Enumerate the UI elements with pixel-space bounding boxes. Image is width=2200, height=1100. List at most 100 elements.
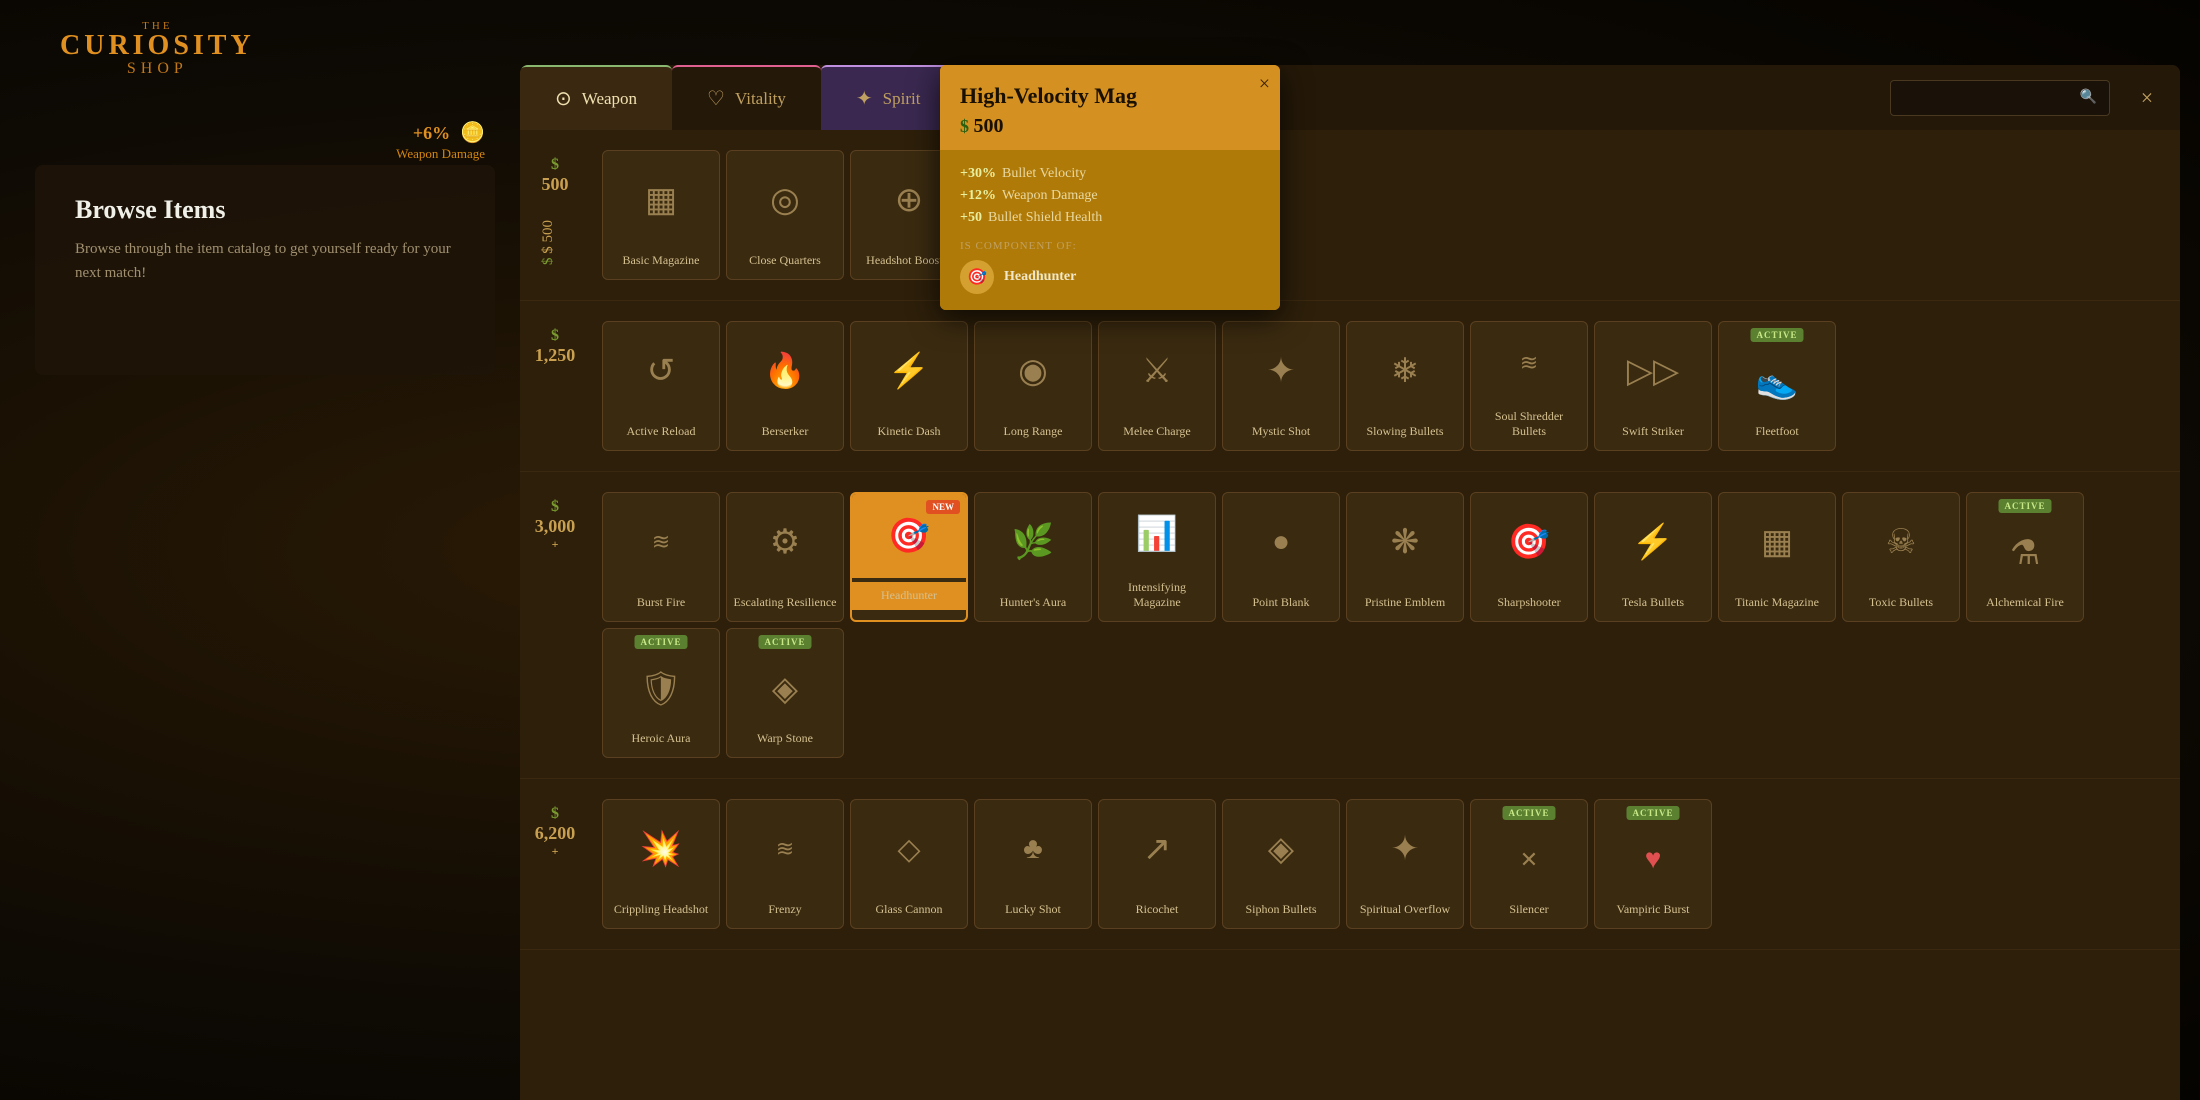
item-escalating-resilience[interactable]: ⚙ Escalating Resilience (726, 492, 844, 622)
soul-shredder-icon: ≋ (1520, 322, 1538, 405)
fleetfoot-name: Fleetfoot (1749, 424, 1804, 440)
shop-panel: ⊙ Weapon ♡ Vitality ✦ Spirit 🔍 × $ 500 (520, 65, 2180, 1100)
berserker-icon: 🔥 (764, 322, 806, 420)
tier-label-3000: $ 3,000 + (520, 484, 590, 552)
silencer-icon: ✕ (1520, 822, 1538, 898)
tooltip-close-button[interactable]: × (1259, 73, 1270, 96)
stat1-plus: +30% (960, 166, 996, 182)
headhunter-name: Headhunter (852, 582, 966, 610)
item-swift-striker[interactable]: ▷▷ Swift Striker (1594, 321, 1712, 451)
item-crippling-headshot[interactable]: 💥 Crippling Headshot (602, 799, 720, 929)
item-slowing-bullets[interactable]: ❄ Slowing Bullets (1346, 321, 1464, 451)
tier-grid-3000: ≋ Burst Fire ⚙ Escalating Resilience NEW… (590, 484, 2180, 766)
item-mystic-shot[interactable]: ✦ Mystic Shot (1222, 321, 1340, 451)
toxic-bullets-name: Toxic Bullets (1863, 595, 1939, 611)
tier-grid-6200: 💥 Crippling Headshot ≋ Frenzy ◇ Glass Ca… (590, 791, 2180, 937)
item-heroic-aura[interactable]: ACTIVE 🛡 Heroic Aura (602, 628, 720, 758)
items-area[interactable]: $ 500 ▦ Basic Magazine ◎ Close Quarters … (520, 130, 2180, 1100)
crippling-headshot-icon: 💥 (640, 800, 682, 898)
tier-grid-500: ▦ Basic Magazine ◎ Close Quarters ⊕ Head… (590, 142, 2180, 288)
item-tesla-bullets[interactable]: ⚡ Tesla Bullets (1594, 492, 1712, 622)
soul-shredder-name: Soul Shredder Bullets (1471, 409, 1587, 440)
titanic-magazine-name: Titanic Magazine (1729, 595, 1825, 611)
item-ricochet[interactable]: ↗ Ricochet (1098, 799, 1216, 929)
tier-price-1250: 1,250 (535, 345, 576, 366)
warp-stone-icon: ◈ (772, 651, 798, 727)
item-basic-magazine[interactable]: ▦ Basic Magazine (602, 150, 720, 280)
point-blank-name: Point Blank (1246, 595, 1315, 611)
slowing-bullets-icon: ❄ (1391, 322, 1420, 420)
balance-display: $ $ 500 (540, 220, 557, 265)
item-titanic-magazine[interactable]: ▦ Titanic Magazine (1718, 492, 1836, 622)
item-active-reload[interactable]: ↺ Active Reload (602, 321, 720, 451)
mystic-shot-name: Mystic Shot (1246, 424, 1316, 440)
tab-vitality[interactable]: ♡ Vitality (672, 65, 821, 130)
tier-label-6200: $ 6,200 + (520, 791, 590, 859)
hunters-aura-icon: 🌿 (1012, 493, 1054, 591)
item-glass-cannon[interactable]: ◇ Glass Cannon (850, 799, 968, 929)
vampiric-burst-icon: ♥ (1645, 822, 1662, 898)
tab-weapon[interactable]: ⊙ Weapon (520, 65, 672, 130)
spiritual-overflow-icon: ✦ (1391, 800, 1420, 898)
kinetic-dash-icon: ⚡ (888, 322, 930, 420)
tooltip-stat-3: +50 Bullet Shield Health (960, 210, 1260, 226)
item-long-range[interactable]: ◉ Long Range (974, 321, 1092, 451)
item-silencer[interactable]: ACTIVE ✕ Silencer (1470, 799, 1588, 929)
swift-striker-name: Swift Striker (1616, 424, 1690, 440)
item-melee-charge[interactable]: ⚔ Melee Charge (1098, 321, 1216, 451)
basic-magazine-name: Basic Magazine (617, 253, 706, 269)
close-button[interactable]: × (2122, 73, 2172, 123)
burst-fire-name: Burst Fire (631, 595, 691, 611)
item-spiritual-overflow[interactable]: ✦ Spiritual Overflow (1346, 799, 1464, 929)
item-fleetfoot[interactable]: ACTIVE 👟 Fleetfoot (1718, 321, 1836, 451)
lucky-shot-icon: ♣ (1023, 800, 1043, 898)
tooltip-stat-1: +30% Bullet Velocity (960, 166, 1260, 182)
long-range-icon: ◉ (1018, 322, 1048, 420)
item-kinetic-dash[interactable]: ⚡ Kinetic Dash (850, 321, 968, 451)
heroic-aura-active-badge: ACTIVE (634, 635, 687, 649)
item-berserker[interactable]: 🔥 Berserker (726, 321, 844, 451)
stat1-name: Bullet Velocity (1002, 166, 1086, 182)
item-headhunter[interactable]: NEW 🎯 Headhunter (850, 492, 968, 622)
tier-grid-1250: ↺ Active Reload 🔥 Berserker ⚡ Kinetic Da… (590, 313, 2180, 459)
siphon-bullets-name: Siphon Bullets (1239, 902, 1322, 918)
slowing-bullets-name: Slowing Bullets (1360, 424, 1449, 440)
tier-price-500: 500 (542, 174, 569, 195)
item-burst-fire[interactable]: ≋ Burst Fire (602, 492, 720, 622)
tier-price-3000: 3,000 (535, 516, 576, 537)
item-hunters-aura[interactable]: 🌿 Hunter's Aura (974, 492, 1092, 622)
headhunter-new-badge: NEW (926, 500, 960, 514)
swift-striker-icon: ▷▷ (1627, 322, 1679, 420)
item-lucky-shot[interactable]: ♣ Lucky Shot (974, 799, 1092, 929)
item-toxic-bullets[interactable]: ☠ Toxic Bullets (1842, 492, 1960, 622)
mystic-shot-icon: ✦ (1267, 322, 1296, 420)
silencer-name: Silencer (1503, 902, 1554, 918)
item-sharpshooter[interactable]: 🎯 Sharpshooter (1470, 492, 1588, 622)
tab-spirit[interactable]: ✦ Spirit (821, 65, 956, 130)
sharpshooter-icon: 🎯 (1508, 493, 1550, 591)
item-soul-shredder[interactable]: ≋ Soul Shredder Bullets (1470, 321, 1588, 451)
item-siphon-bullets[interactable]: ◈ Siphon Bullets (1222, 799, 1340, 929)
browse-description: Browse through the item catalog to get y… (75, 237, 455, 285)
tier-dollar-500: $ (551, 156, 559, 174)
intensifying-magazine-name: Intensifying Magazine (1099, 580, 1215, 611)
silencer-active-badge: ACTIVE (1502, 806, 1555, 820)
item-vampiric-burst[interactable]: ACTIVE ♥ Vampiric Burst (1594, 799, 1712, 929)
toxic-bullets-icon: ☠ (1886, 493, 1916, 591)
item-intensifying-magazine[interactable]: 📊 Intensifying Magazine (1098, 492, 1216, 622)
burst-fire-icon: ≋ (652, 493, 670, 591)
search-bar[interactable]: 🔍 (1890, 80, 2110, 116)
siphon-bullets-icon: ◈ (1268, 800, 1294, 898)
alchemical-fire-active-badge: ACTIVE (1998, 499, 2051, 513)
item-point-blank[interactable]: ● Point Blank (1222, 492, 1340, 622)
item-close-quarters[interactable]: ◎ Close Quarters (726, 150, 844, 280)
vampiric-burst-active-badge: ACTIVE (1626, 806, 1679, 820)
item-warp-stone[interactable]: ACTIVE ◈ Warp Stone (726, 628, 844, 758)
tesla-bullets-name: Tesla Bullets (1616, 595, 1690, 611)
vampiric-burst-name: Vampiric Burst (1611, 902, 1696, 918)
tooltip-stat-2: +12% Weapon Damage (960, 188, 1260, 204)
active-reload-icon: ↺ (647, 322, 676, 420)
item-pristine-emblem[interactable]: ❋ Pristine Emblem (1346, 492, 1464, 622)
item-frenzy[interactable]: ≋ Frenzy (726, 799, 844, 929)
item-alchemical-fire[interactable]: ACTIVE ⚗ Alchemical Fire (1966, 492, 2084, 622)
